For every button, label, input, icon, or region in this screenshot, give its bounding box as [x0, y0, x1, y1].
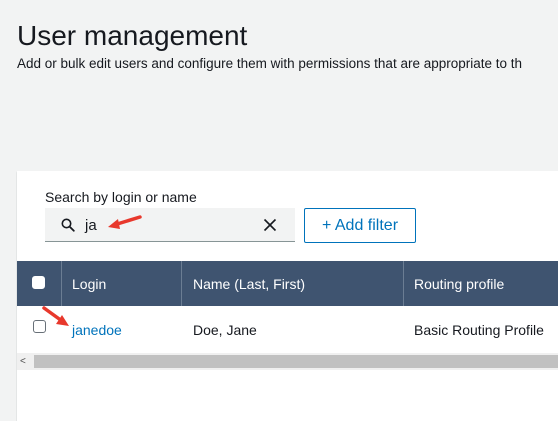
annotation-arrow-icon: [108, 215, 142, 229]
select-all-checkbox[interactable]: [32, 276, 45, 289]
page-title: User management: [17, 20, 248, 51]
search-label: Search by login or name: [45, 189, 197, 205]
add-filter-button[interactable]: + Add filter: [304, 208, 416, 243]
close-icon[interactable]: [263, 218, 277, 232]
column-divider: [181, 261, 182, 306]
table-header: Login Name (Last, First) Routing profile: [17, 261, 558, 306]
column-divider: [61, 261, 62, 306]
user-login-link[interactable]: janedoe: [72, 322, 122, 338]
routing-profile-cell: Basic Routing Profile: [414, 322, 544, 338]
column-header-routing-profile[interactable]: Routing profile: [414, 261, 504, 306]
user-name-cell: Doe, Jane: [193, 322, 257, 338]
scroll-thumb[interactable]: [34, 355, 558, 368]
horizontal-scrollbar[interactable]: <: [17, 353, 558, 370]
search-input[interactable]: ja: [45, 208, 295, 242]
search-icon: [61, 218, 75, 232]
column-header-name[interactable]: Name (Last, First): [193, 261, 305, 306]
scroll-left-arrow[interactable]: <: [20, 355, 26, 368]
column-divider: [403, 261, 404, 306]
search-input-value[interactable]: ja: [85, 217, 97, 234]
column-header-login[interactable]: Login: [72, 261, 106, 306]
annotation-arrow-icon: [42, 306, 69, 326]
page-subtitle: Add or bulk edit users and configure the…: [17, 56, 523, 71]
